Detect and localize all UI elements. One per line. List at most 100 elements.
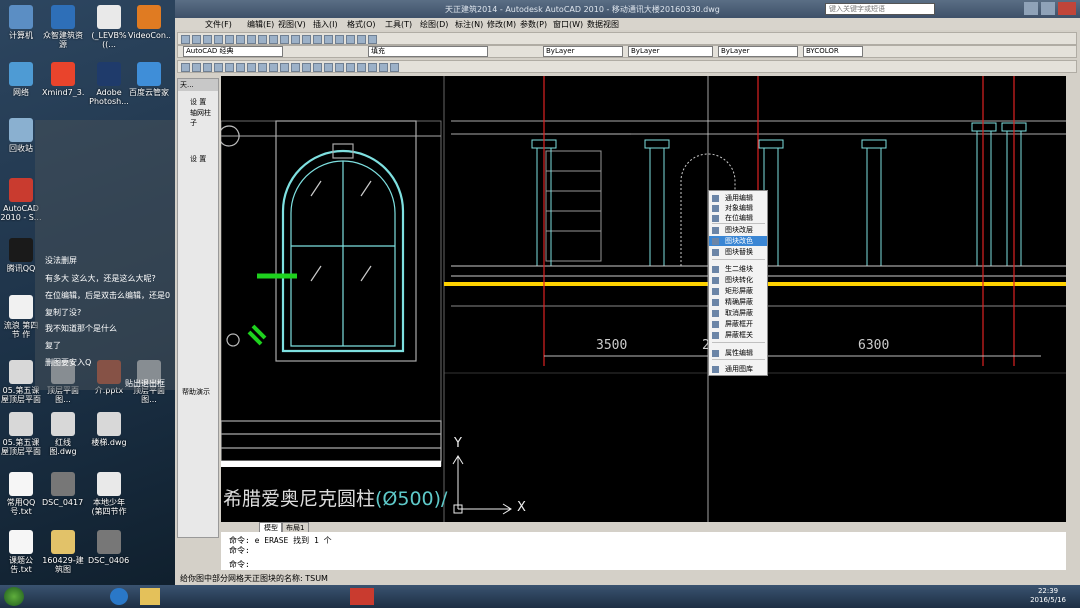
context-menu-item[interactable]: 在位编辑	[709, 213, 767, 223]
menu-6[interactable]: 绘图(D)	[420, 19, 448, 30]
copy-icon[interactable]	[247, 35, 256, 44]
zoom-window-icon[interactable]	[324, 35, 333, 44]
desktop-icon[interactable]: 百度云管家	[128, 62, 170, 97]
toolpalette-icon[interactable]	[368, 35, 377, 44]
line-icon[interactable]	[181, 63, 190, 72]
side-item[interactable]: 轴网柱子	[178, 107, 218, 128]
match-icon[interactable]	[269, 35, 278, 44]
pan-icon[interactable]	[302, 35, 311, 44]
side-item[interactable]: 帮助演示	[182, 387, 210, 397]
copy-object-icon[interactable]	[291, 63, 300, 72]
extend-icon[interactable]	[357, 63, 366, 72]
taskbar-ie-icon[interactable]	[110, 588, 128, 605]
desktop-icon[interactable]: 本地少年 (第四节作业...	[88, 472, 130, 516]
command-prompt[interactable]: 命令:	[229, 559, 250, 570]
taskbar-explorer-icon[interactable]	[140, 588, 160, 605]
context-menu-item[interactable]: 屏蔽框开	[709, 319, 767, 329]
desktop-icon[interactable]: DSC_0417....	[42, 472, 84, 507]
menu-1[interactable]: 编辑(E)	[247, 19, 274, 30]
context-menu-item[interactable]: 图块转化	[709, 275, 767, 285]
offset-icon[interactable]	[324, 63, 333, 72]
plotstyle-select[interactable]: BYCOLOR	[803, 46, 863, 57]
menu-9[interactable]: 参数(P)	[520, 19, 547, 30]
undo-icon[interactable]	[280, 35, 289, 44]
lineweight-select[interactable]: ByLayer	[718, 46, 798, 57]
designcenter-icon[interactable]	[357, 35, 366, 44]
layer-select[interactable]: 填充	[368, 46, 488, 57]
erase-icon[interactable]	[390, 63, 399, 72]
zoom-icon[interactable]	[313, 35, 322, 44]
desktop-icon[interactable]: 红线图.dwg	[42, 412, 84, 456]
properties-icon[interactable]	[346, 35, 355, 44]
desktop-icon[interactable]: VideoCon...	[128, 5, 170, 40]
color-select[interactable]: ByLayer	[543, 46, 623, 57]
menu-2[interactable]: 视图(V)	[278, 19, 306, 30]
context-menu-item[interactable]: 矩形屏蔽	[709, 286, 767, 296]
polyline-icon[interactable]	[192, 63, 201, 72]
command-line[interactable]: 命令: e ERASE 找到 1 个 命令: 命令:	[221, 532, 1066, 570]
desktop-icon[interactable]: 众智建筑资源	[42, 5, 84, 49]
context-menu-item[interactable]: 通用图库	[709, 364, 767, 374]
linetype-select[interactable]: ByLayer	[628, 46, 713, 57]
menu-8[interactable]: 修改(M)	[487, 19, 516, 30]
hatch-icon[interactable]	[236, 63, 245, 72]
open-icon[interactable]	[192, 35, 201, 44]
drawing-canvas[interactable]: 3500 2 6300 Y X 希腊爱奥尼克圆柱(Ø500)/	[221, 76, 1066, 522]
trim-icon[interactable]	[346, 63, 355, 72]
desktop-icon[interactable]: 课题公告.txt	[0, 530, 42, 574]
insert-icon[interactable]	[269, 63, 278, 72]
rectangle-icon[interactable]	[225, 63, 234, 72]
redo-icon[interactable]	[291, 35, 300, 44]
taskbar-autocad-icon[interactable]	[350, 588, 374, 605]
close-button[interactable]	[1058, 2, 1076, 15]
print-icon[interactable]	[214, 35, 223, 44]
menu-5[interactable]: 工具(T)	[385, 19, 412, 30]
desktop-icon[interactable]: 05.第五课 屋顶层平面图...	[0, 412, 42, 456]
menu-11[interactable]: 数据视图	[587, 19, 619, 30]
search-box[interactable]: 键入关键字或短语	[825, 3, 935, 15]
workspace-select[interactable]: AutoCAD 经典	[183, 46, 283, 57]
context-menu-item[interactable]: 屏蔽框关	[709, 330, 767, 340]
save-icon[interactable]	[203, 35, 212, 44]
block-icon[interactable]	[258, 63, 267, 72]
zoom-prev-icon[interactable]	[335, 35, 344, 44]
menu-4[interactable]: 格式(O)	[347, 19, 376, 30]
context-menu-item[interactable]: 精确屏蔽	[709, 297, 767, 307]
move-icon[interactable]	[280, 63, 289, 72]
circle-icon[interactable]	[203, 63, 212, 72]
context-menu-item[interactable]: 对象编辑	[709, 203, 767, 213]
context-menu-item[interactable]: 属性编辑	[709, 348, 767, 358]
desktop-icon[interactable]: 网络	[0, 62, 42, 97]
context-menu-item[interactable]: 通用编辑	[709, 193, 767, 203]
menu-7[interactable]: 标注(N)	[455, 19, 483, 30]
desktop-icon[interactable]: DSC_0406....	[88, 530, 130, 565]
context-menu-item[interactable]: 图块替换	[709, 247, 767, 257]
start-button[interactable]	[4, 587, 24, 606]
fillet-icon[interactable]	[368, 63, 377, 72]
side-item[interactable]: 设 置	[178, 128, 218, 164]
minimize-button[interactable]	[1024, 2, 1038, 15]
cut-icon[interactable]	[236, 35, 245, 44]
explode-icon[interactable]	[379, 63, 388, 72]
mirror-icon[interactable]	[313, 63, 322, 72]
side-item[interactable]: 设 置	[178, 91, 218, 107]
desktop-icon[interactable]: (_LEVB%((...	[88, 5, 130, 49]
desktop-icon[interactable]: 160429-建筑图	[42, 530, 84, 574]
menu-3[interactable]: 插入(I)	[313, 19, 338, 30]
menu-10[interactable]: 窗口(W)	[553, 19, 583, 30]
rotate-icon[interactable]	[302, 63, 311, 72]
text-icon[interactable]	[247, 63, 256, 72]
desktop-icon[interactable]: 楼梯.dwg	[88, 412, 130, 447]
arc-icon[interactable]	[214, 63, 223, 72]
paste-icon[interactable]	[258, 35, 267, 44]
preview-icon[interactable]	[225, 35, 234, 44]
array-icon[interactable]	[335, 63, 344, 72]
desktop-icon[interactable]: 常用QQ号.txt	[0, 472, 42, 516]
desktop-icon[interactable]: Xmind7_3...	[42, 62, 84, 97]
desktop-icon[interactable]: Adobe Photosh...	[88, 62, 130, 106]
context-menu-item[interactable]: 取消屏蔽	[709, 308, 767, 318]
context-menu-item[interactable]: 图块改色	[709, 236, 767, 246]
context-menu-item[interactable]: 生二维块	[709, 264, 767, 274]
context-menu-item[interactable]: 图块改层	[709, 225, 767, 235]
desktop-icon[interactable]: 计算机	[0, 5, 42, 40]
